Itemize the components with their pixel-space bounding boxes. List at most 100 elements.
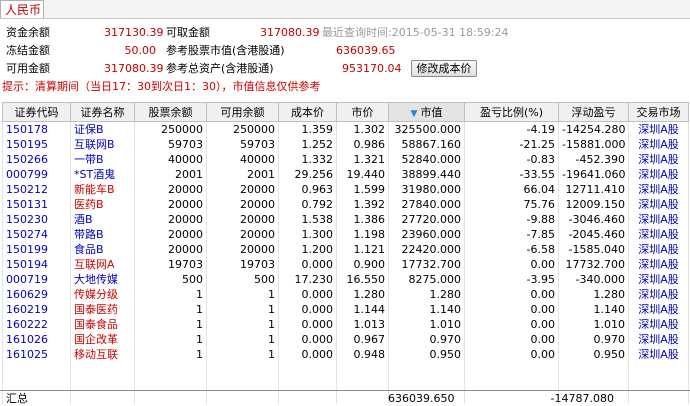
table-row[interactable]: 150230 酒B 20000 20000 1.538 1.386 27720.000 -9.… [2, 212, 689, 227]
cell-cost: 0.000 [278, 347, 337, 362]
table-row[interactable]: 150178 证保B 250000 250000 1.359 1.302 325500.00… [2, 121, 689, 137]
col-header-available[interactable]: 可用余额 [206, 102, 279, 122]
table-row[interactable]: 150266 一带B 40000 40000 1.332 1.321 52840.000 -0… [2, 152, 689, 167]
empty-cell [206, 376, 279, 390]
cell-pl-ratio: 66.04 [464, 182, 559, 197]
cell-market-value: 17732.700 [388, 257, 465, 272]
empty-cell [336, 376, 389, 390]
cell-market-value: 38899.440 [388, 167, 465, 182]
cell-cost: 0.792 [278, 197, 337, 212]
empty-cell [464, 376, 559, 390]
cell-available: 20000 [206, 242, 279, 257]
cell-market: 深圳A股 [628, 212, 689, 227]
empty-cell [2, 376, 71, 390]
col-header-code[interactable]: 证券代码 [2, 102, 71, 122]
col-header-price[interactable]: 市价 [336, 102, 389, 122]
cell-pl-ratio: 0.00 [464, 332, 559, 347]
cell-name: 新能车B [70, 182, 135, 197]
table-row[interactable]: 150194 互联网A 19703 19703 0.000 0.900 17732.700 0… [2, 257, 689, 272]
cell-cost: 0.000 [278, 317, 337, 332]
table-row[interactable]: 150195 互联网B 59703 59703 1.252 0.986 58867.160-… [2, 137, 689, 152]
cell-pl-ratio: -7.85 [464, 227, 559, 242]
cell-code: 150199 [2, 242, 71, 257]
col-header-cost[interactable]: 成本价 [278, 102, 337, 122]
col-header-market[interactable]: 交易市场 [628, 102, 689, 122]
table-row[interactable]: 160629 传媒分级 1 1 0.000 1.280 1.280 0.00 1.280 深圳A股 [2, 287, 689, 302]
cell-market: 深圳A股 [628, 302, 689, 317]
cell-available: 40000 [206, 152, 279, 167]
cell-float-pl: -452.390 [558, 152, 629, 167]
col-header-pl-ratio[interactable]: 盈亏比例(%) [464, 102, 559, 122]
cell-cost: 0.000 [278, 287, 337, 302]
table-row[interactable]: 150274 带路B 20000 20000 1.300 1.198 23960.000 -7… [2, 227, 689, 242]
cell-balance: 59703 [134, 137, 207, 152]
cell-market-value: 1.010 [388, 317, 465, 332]
cell-float-pl: 1.280 [558, 287, 629, 302]
cell-market-value: 325500.000 [388, 121, 465, 137]
totals-label: 汇总 [6, 392, 28, 405]
cell-name: 国企改革 [70, 332, 135, 347]
cell-balance: 19703 [134, 257, 207, 272]
cell-pl-ratio: -4.19 [464, 121, 559, 137]
cell-code: 150131 [2, 197, 71, 212]
summary-divider [0, 390, 690, 391]
sort-desc-icon: ▼ [410, 109, 418, 119]
cell-price: 0.986 [336, 137, 389, 152]
col-header-balance[interactable]: 股票余额 [134, 102, 207, 122]
cell-cost: 0.000 [278, 302, 337, 317]
cell-balance: 1 [134, 347, 207, 362]
cell-balance: 1 [134, 332, 207, 347]
cell-pl-ratio: 0.00 [464, 302, 559, 317]
table-row[interactable]: 150199 食品B 20000 20000 1.200 1.121 22420.000 -6… [2, 242, 689, 257]
cell-name: 互联网A [70, 257, 135, 272]
table-row[interactable]: 150131 医药B 20000 20000 0.792 1.392 27840.000 75… [2, 197, 689, 212]
cell-market: 深圳A股 [628, 332, 689, 347]
cell-float-pl: 0.950 [558, 347, 629, 362]
cell-name: 医药B [70, 197, 135, 212]
cell-market: 深圳A股 [628, 167, 689, 182]
cell-cost: 1.359 [278, 121, 337, 137]
col-header-market-value-label: 市值 [420, 106, 443, 119]
col-header-name[interactable]: 证券名称 [70, 102, 135, 122]
cell-price: 19.440 [336, 167, 389, 182]
cell-cost: 1.200 [278, 242, 337, 257]
empty-cell [336, 362, 389, 376]
cell-market-value: 1.140 [388, 302, 465, 317]
table-row[interactable]: 150212 新能车B 20000 20000 0.963 1.599 31980.000 6… [2, 182, 689, 197]
cell-float-pl: 17732.700 [558, 257, 629, 272]
cell-price: 1.599 [336, 182, 389, 197]
cell-float-pl: 12009.150 [558, 197, 629, 212]
last-query-time: 最近查询时间:2015-05-31 18:59:24 [322, 26, 509, 39]
cell-cost: 1.538 [278, 212, 337, 227]
cell-balance: 250000 [134, 121, 207, 137]
cell-price: 1.386 [336, 212, 389, 227]
table-row[interactable]: 000719 大地传媒 500 500 17.230 16.550 8275.000 -3.9… [2, 272, 689, 287]
tab-rmb[interactable]: 人民币 [0, 0, 44, 18]
ref-value-label: 参考股票市值(含港股通) [166, 44, 285, 57]
table-row[interactable]: 160222 国泰食品 1 1 0.000 1.013 1.010 0.00 1.010 深圳A股 [2, 317, 689, 332]
totals-row: 汇总 636039.650 -14787.080 [0, 392, 690, 406]
cell-code: 160222 [2, 317, 71, 332]
cell-code: 150266 [2, 152, 71, 167]
cell-market-value: 58867.160 [388, 137, 465, 152]
cell-price: 1.198 [336, 227, 389, 242]
empty-cell [134, 376, 207, 390]
total-assets-label: 参考总资产(含港股通) [166, 62, 274, 75]
table-row[interactable]: 000799 *ST酒鬼 2001 2001 29.256 19.440 38899.440… [2, 167, 689, 182]
cell-price: 1.392 [336, 197, 389, 212]
col-header-market-value[interactable]: ▼ 市值 [388, 102, 465, 122]
table-row[interactable]: 160219 国泰医药 1 1 0.000 1.144 1.140 0.00 1.140 深圳A股 [2, 302, 689, 317]
table-row[interactable]: 161025 移动互联 1 1 0.000 0.948 0.950 0.00 0.950 深圳A股 [2, 347, 689, 362]
cell-price: 0.900 [336, 257, 389, 272]
cell-code: 150195 [2, 137, 71, 152]
cell-pl-ratio: -0.83 [464, 152, 559, 167]
table-header: 证券代码 证券名称 股票余额 可用余额 成本价 市价 ▼ 市值 盈亏比例(%) 浮… [2, 102, 689, 122]
change-cost-button[interactable]: 修改成本价 [411, 60, 477, 77]
col-header-float-pl[interactable]: 浮动盈亏 [558, 102, 629, 122]
cell-pl-ratio: 0.00 [464, 317, 559, 332]
table-row[interactable]: 161026 国企改革 1 1 0.000 0.967 0.970 0.00 0.970 深圳A股 [2, 332, 689, 347]
cell-available: 500 [206, 272, 279, 287]
cell-cost: 1.252 [278, 137, 337, 152]
cell-balance: 1 [134, 302, 207, 317]
cell-cost: 0.000 [278, 257, 337, 272]
